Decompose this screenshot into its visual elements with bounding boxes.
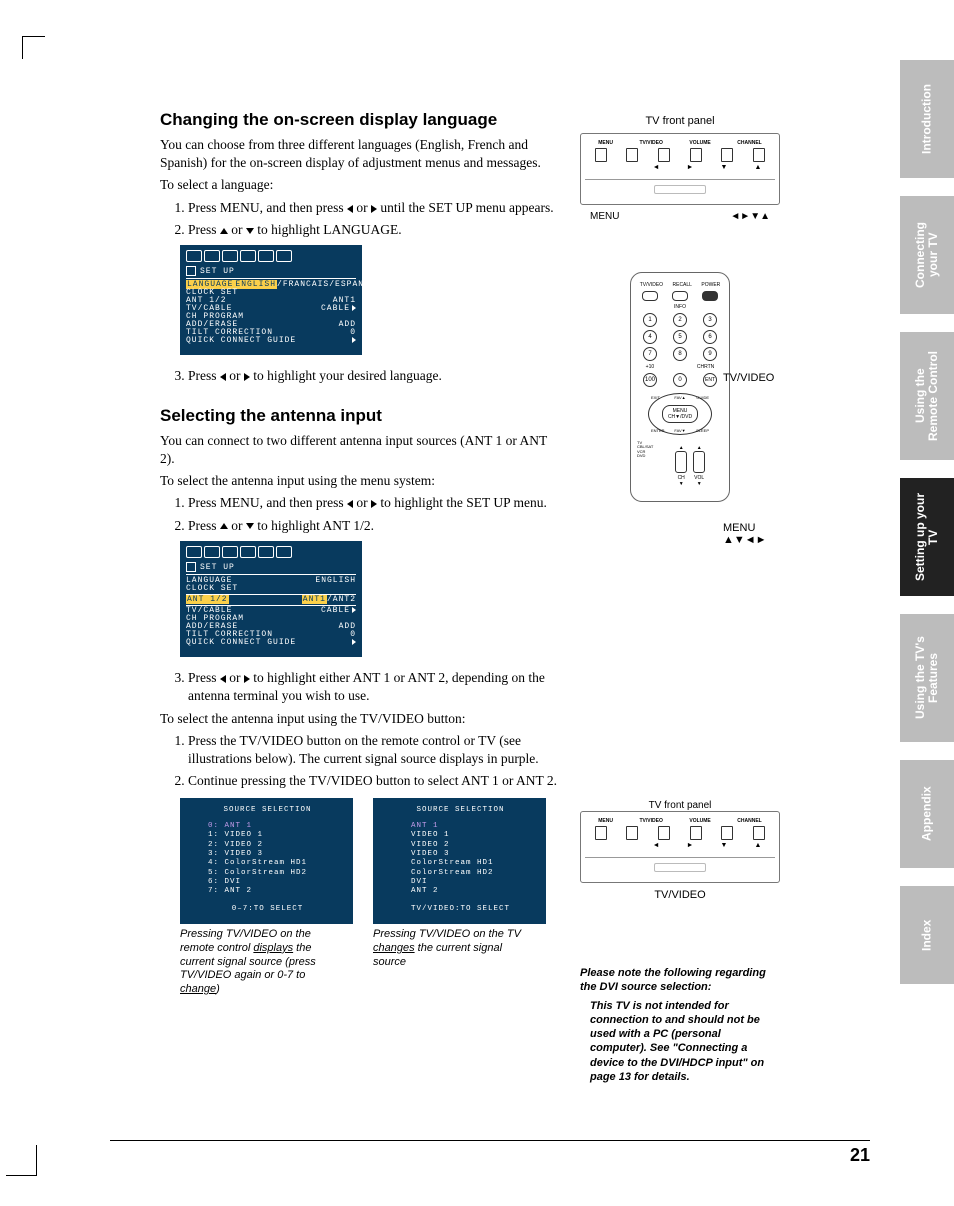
step-2: Continue pressing the TV/VIDEO button to… xyxy=(188,772,560,790)
source-list: 0: ANT 11: VIDEO 12: VIDEO 23: VIDEO 34:… xyxy=(190,822,345,897)
step-1: Press MENU, and then press or until the … xyxy=(188,199,560,217)
osd-setup-ant: SET UP LANGUAGEENGLISH CLOCK SET ANT 1/2… xyxy=(180,541,362,657)
caption-tv: Pressing TV/VIDEO on the TV changes the … xyxy=(373,928,528,969)
volume-up-button xyxy=(690,148,702,162)
step-2: Press or to highlight LANGUAGE. xyxy=(188,221,560,239)
page-content: Changing the on-screen display language … xyxy=(0,0,954,1206)
dvi-note: Please note the following regarding the … xyxy=(580,966,780,1084)
main-text-column: Changing the on-screen display language … xyxy=(160,110,560,997)
illustration-remote-control: TV/VIDEORECALLPOWER INFO 123 456 789 +10… xyxy=(630,272,730,502)
steps-select-language: Press MENU, and then press or until the … xyxy=(160,199,560,239)
steps-antenna-menu: Press MENU, and then press or to highlig… xyxy=(160,494,560,534)
setup-icon xyxy=(186,562,196,572)
illustration-tv-panel-2: TV front panel MENU TV/VIDEO VOLUME CHAN… xyxy=(580,800,780,901)
panel-under-label: TV/VIDEO xyxy=(580,889,780,901)
volume-down-button xyxy=(658,148,670,162)
navigation-pad: EXIT FAV▲ GUIDE MENUCH▼/DVD ENTER FAV▼ S… xyxy=(648,393,712,435)
menu-button xyxy=(595,148,607,162)
tab-connecting: Connecting your TV xyxy=(900,196,954,314)
caption-remote: Pressing TV/VIDEO on the remote control … xyxy=(180,928,335,997)
recall-button xyxy=(672,291,688,301)
source-selection-tv: SOURCE SELECTION ANT 1VIDEO 1VIDEO 2VIDE… xyxy=(373,798,546,997)
submenu-arrow-icon xyxy=(352,337,356,343)
intro-osd-language: You can choose from three different lang… xyxy=(160,136,560,172)
channel-up-button xyxy=(753,148,765,162)
chapter-tabs: Introduction Connecting your TV Using th… xyxy=(900,60,954,984)
page-number: 21 xyxy=(110,1140,870,1166)
tab-index: Index xyxy=(900,886,954,984)
tab-remote: Using the Remote Control xyxy=(900,332,954,460)
setup-icon xyxy=(186,266,196,276)
vol-rocker xyxy=(693,451,705,473)
step-3: Press or to highlight your desired langu… xyxy=(188,367,560,385)
steps-antenna-menu-cont: Press or to highlight either ANT 1 or AN… xyxy=(160,669,560,705)
down-arrow-icon xyxy=(246,228,254,234)
heading-osd-language: Changing the on-screen display language xyxy=(160,110,560,130)
tvvideo-button xyxy=(642,291,658,301)
osd-tab-icons xyxy=(186,250,356,262)
tab-features: Using the TV's Features xyxy=(900,614,954,742)
tvvideo-button xyxy=(626,148,638,162)
remote-side-label-menu: MENU ▲▼◄► xyxy=(723,522,767,546)
tab-introduction: Introduction xyxy=(900,60,954,178)
up-arrow-icon xyxy=(220,523,228,529)
down-arrow-icon xyxy=(246,523,254,529)
submenu-arrow-icon xyxy=(352,607,356,613)
tab-appendix: Appendix xyxy=(900,760,954,868)
source-list: ANT 1VIDEO 1VIDEO 2VIDEO 3ColorStream HD… xyxy=(383,822,538,897)
remote-side-label-tvvideo: TV/VIDEO xyxy=(723,372,774,384)
step-1: Press the TV/VIDEO button on the remote … xyxy=(188,732,560,768)
submenu-arrow-icon xyxy=(352,305,356,311)
lead-antenna-menu: To select the antenna input using the me… xyxy=(160,472,560,490)
up-arrow-icon xyxy=(220,228,228,234)
heading-antenna-input: Selecting the antenna input xyxy=(160,406,560,426)
step-1: Press MENU, and then press or to highlig… xyxy=(188,494,560,512)
osd-setup-language: SET UP LANGUAGEENGLISH/FRANCAIS/ESPANOL … xyxy=(180,245,362,355)
lead-select-language: To select a language: xyxy=(160,176,560,194)
step-2: Press or to highlight ANT 1/2. xyxy=(188,517,560,535)
steps-antenna-tvvideo: Press the TV/VIDEO button on the remote … xyxy=(160,732,560,791)
power-button xyxy=(702,291,718,301)
submenu-arrow-icon xyxy=(352,639,356,645)
intro-antenna: You can connect to two different antenna… xyxy=(160,432,560,468)
source-selection-row: SOURCE SELECTION 0: ANT 11: VIDEO 12: VI… xyxy=(180,798,560,997)
lead-antenna-tvvideo: To select the antenna input using the TV… xyxy=(160,710,560,728)
step-3: Press or to highlight either ANT 1 or AN… xyxy=(188,669,560,705)
tab-setting-up: Setting up your TV xyxy=(900,478,954,596)
osd-tab-icons xyxy=(186,546,356,558)
source-selection-remote: SOURCE SELECTION 0: ANT 11: VIDEO 12: VI… xyxy=(180,798,353,997)
channel-down-button xyxy=(721,148,733,162)
steps-select-language-cont: Press or to highlight your desired langu… xyxy=(160,367,560,385)
illustration-tv-panel-1: TV front panel MENU TV/VIDEO VOLUME CHAN… xyxy=(580,115,780,502)
ch-rocker xyxy=(675,451,687,473)
